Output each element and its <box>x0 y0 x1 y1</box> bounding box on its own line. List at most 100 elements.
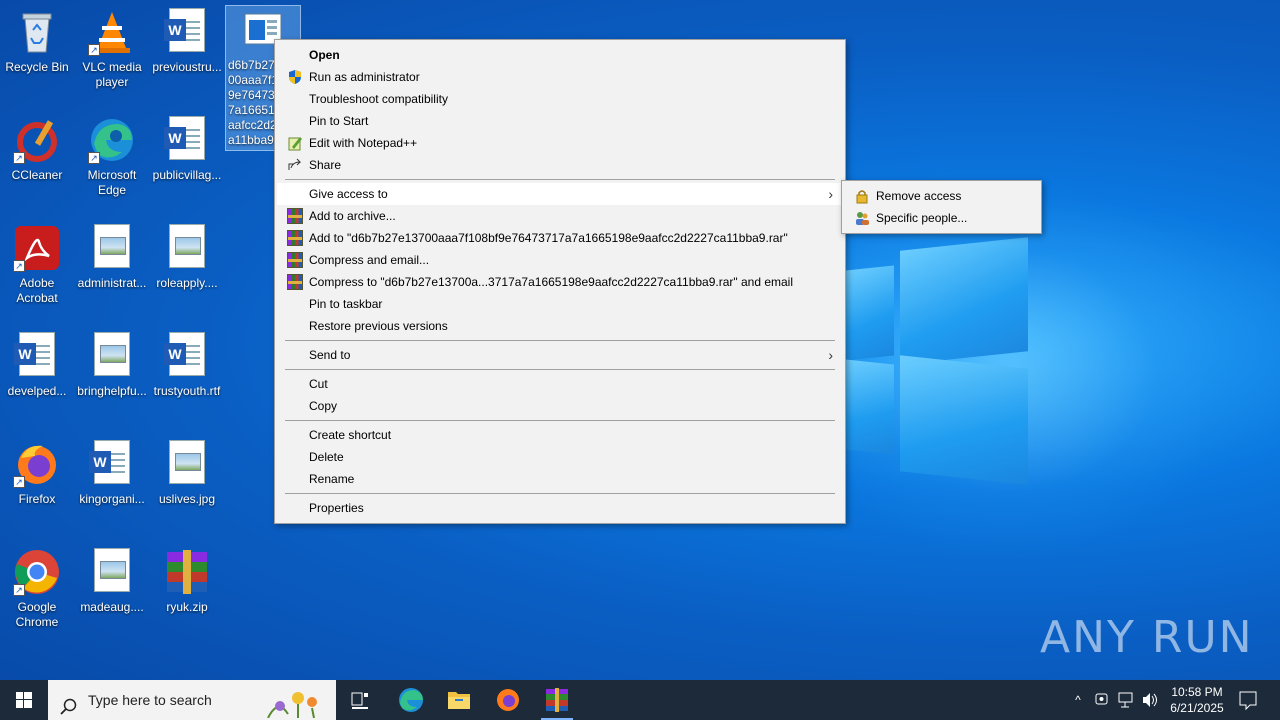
word-doc-icon: W <box>163 116 211 164</box>
desktop-icon-madeaug[interactable]: madeaug.... <box>75 548 149 615</box>
taskbar-firefox[interactable] <box>484 680 532 720</box>
submenu-item-specific-people[interactable]: Specific people... <box>844 207 1040 229</box>
desktop-icon-developed[interactable]: W develped... <box>0 332 74 399</box>
shortcut-arrow-icon: ↗ <box>13 152 25 164</box>
desktop-icon-edge[interactable]: ↗ Microsoft Edge <box>75 116 149 198</box>
desktop-icon-google-chrome[interactable]: ↗ Google Chrome <box>0 548 74 630</box>
speaker-icon <box>1143 693 1157 707</box>
menu-item-delete[interactable]: Delete <box>277 446 843 468</box>
word-doc-icon: W <box>163 8 211 56</box>
menu-item-add-to-rar[interactable]: Add to "d6b7b27e13700aaa7f108bf9e7647371… <box>277 227 843 249</box>
wallpaper-logo-pane <box>900 355 1028 485</box>
menu-item-label: Compress to "d6b7b27e13700a...3717a7a166… <box>309 275 794 289</box>
desktop-icon-administrat[interactable]: administrat... <box>75 224 149 291</box>
desktop-icon-label: uslives.jpg <box>158 492 216 506</box>
menu-item-cut[interactable]: Cut <box>277 373 843 395</box>
word-doc-icon: W <box>163 332 211 380</box>
menu-item-run-as-admin[interactable]: Run as administrator <box>277 66 843 88</box>
task-view-icon <box>351 692 368 709</box>
tray-volume[interactable] <box>1140 680 1160 720</box>
menu-item-compress-email[interactable]: Compress and email... <box>277 249 843 271</box>
menu-item-give-access[interactable]: Give access to › <box>277 183 843 205</box>
desktop-icon-recycle-bin[interactable]: Recycle Bin <box>0 8 74 75</box>
people-icon <box>854 210 870 226</box>
taskbar-winrar[interactable] <box>533 680 581 720</box>
menu-item-properties[interactable]: Properties <box>277 497 843 519</box>
task-view-button[interactable] <box>336 680 384 720</box>
desktop-icon-previoustru[interactable]: W previoustru... <box>150 8 224 75</box>
notification-center-button[interactable] <box>1232 680 1264 720</box>
desktop-icon-label: VLC media player <box>82 60 142 89</box>
chevron-right-icon: › <box>828 186 833 202</box>
menu-item-troubleshoot[interactable]: Troubleshoot compatibility <box>277 88 843 110</box>
menu-item-label: Troubleshoot compatibility <box>309 92 448 106</box>
shortcut-arrow-icon: ↗ <box>88 152 100 164</box>
desktop-icon-kingorgani[interactable]: W kingorgani... <box>75 440 149 507</box>
image-file-icon <box>163 440 211 488</box>
context-menu: Open Run as administrator Troubleshoot c… <box>274 39 846 524</box>
search-placeholder: Type here to search <box>88 692 212 708</box>
taskbar-edge[interactable] <box>387 680 435 720</box>
desktop-icon-uslives[interactable]: uslives.jpg <box>150 440 224 507</box>
system-clock[interactable]: 10:58 PM 6/21/2025 <box>1160 684 1234 716</box>
menu-item-send-to[interactable]: Send to › <box>277 344 843 366</box>
desktop-icon-ryuk-zip[interactable]: ryuk.zip <box>150 548 224 615</box>
desktop-icon-roleapply[interactable]: roleapply.... <box>150 224 224 291</box>
menu-item-label: Compress and email... <box>309 253 430 267</box>
desktop-icon-label: roleapply.... <box>156 276 218 290</box>
desktop-icon-label: Adobe Acrobat <box>16 276 58 305</box>
tray-network[interactable] <box>1116 680 1136 720</box>
desktop-icon-ccleaner[interactable]: ↗ CCleaner <box>0 116 74 183</box>
image-file-icon <box>163 224 211 272</box>
menu-item-edit-notepad[interactable]: Edit with Notepad++ <box>277 132 843 154</box>
menu-item-label: Restore previous versions <box>309 319 448 333</box>
menu-item-label: Give access to <box>309 187 388 201</box>
desktop-icon-label: CCleaner <box>11 168 63 182</box>
taskbar-file-explorer[interactable] <box>435 680 483 720</box>
wallpaper-logo-pane <box>846 359 894 455</box>
shortcut-arrow-icon: ↗ <box>13 476 25 488</box>
desktop-icon-publicvillag[interactable]: W publicvillag... <box>150 116 224 183</box>
start-button[interactable] <box>0 680 48 720</box>
menu-item-label: Create shortcut <box>309 428 392 442</box>
menu-item-label: Edit with Notepad++ <box>309 136 418 150</box>
desktop-icon-bringhelpfu[interactable]: bringhelpfu... <box>75 332 149 399</box>
menu-separator <box>285 420 835 421</box>
menu-item-pin-taskbar[interactable]: Pin to taskbar <box>277 293 843 315</box>
show-hidden-icons-button[interactable]: ^ <box>1068 680 1088 720</box>
menu-item-share[interactable]: Share <box>277 154 843 176</box>
ccleaner-icon: ↗ <box>13 116 61 164</box>
desktop-icon-adobe-acrobat[interactable]: ↗ Adobe Acrobat <box>0 224 74 306</box>
menu-item-label: Copy <box>309 399 338 413</box>
menu-item-copy[interactable]: Copy <box>277 395 843 417</box>
acrobat-icon: ↗ <box>13 224 61 272</box>
submenu-item-remove-access[interactable]: Remove access <box>844 185 1040 207</box>
menu-separator <box>285 179 835 180</box>
menu-item-restore-versions[interactable]: Restore previous versions <box>277 315 843 337</box>
word-doc-icon: W <box>88 440 136 488</box>
desktop-icon-vlc[interactable]: ↗ VLC media player <box>75 8 149 90</box>
menu-item-label: Cut <box>309 377 328 391</box>
desktop-icon-trustyouth[interactable]: W trustyouth.rtf <box>150 332 224 399</box>
menu-item-add-archive[interactable]: Add to archive... <box>277 205 843 227</box>
firefox-icon <box>497 689 519 711</box>
windows-logo-icon <box>16 692 32 708</box>
menu-item-create-shortcut[interactable]: Create shortcut <box>277 424 843 446</box>
menu-item-pin-start[interactable]: Pin to Start <box>277 110 843 132</box>
menu-item-rename[interactable]: Rename <box>277 468 843 490</box>
winrar-icon <box>287 208 303 224</box>
search-box[interactable]: Type here to search <box>48 680 336 720</box>
desktop-icon-label: Firefox <box>18 492 56 506</box>
edge-icon <box>399 688 423 712</box>
winrar-icon <box>163 548 211 596</box>
desktop-icon-label: kingorgani... <box>79 492 145 506</box>
shortcut-arrow-icon: ↗ <box>13 584 25 596</box>
notification-icon <box>1239 691 1257 711</box>
tray-meet-now[interactable] <box>1092 680 1112 720</box>
menu-item-compress-to-email[interactable]: Compress to "d6b7b27e13700a...3717a7a166… <box>277 271 843 293</box>
menu-item-open[interactable]: Open <box>277 44 843 66</box>
wallpaper-logo-pane <box>846 265 894 361</box>
word-doc-icon: W <box>13 332 61 380</box>
winrar-icon <box>546 688 568 712</box>
desktop-icon-firefox[interactable]: ↗ Firefox <box>0 440 74 507</box>
